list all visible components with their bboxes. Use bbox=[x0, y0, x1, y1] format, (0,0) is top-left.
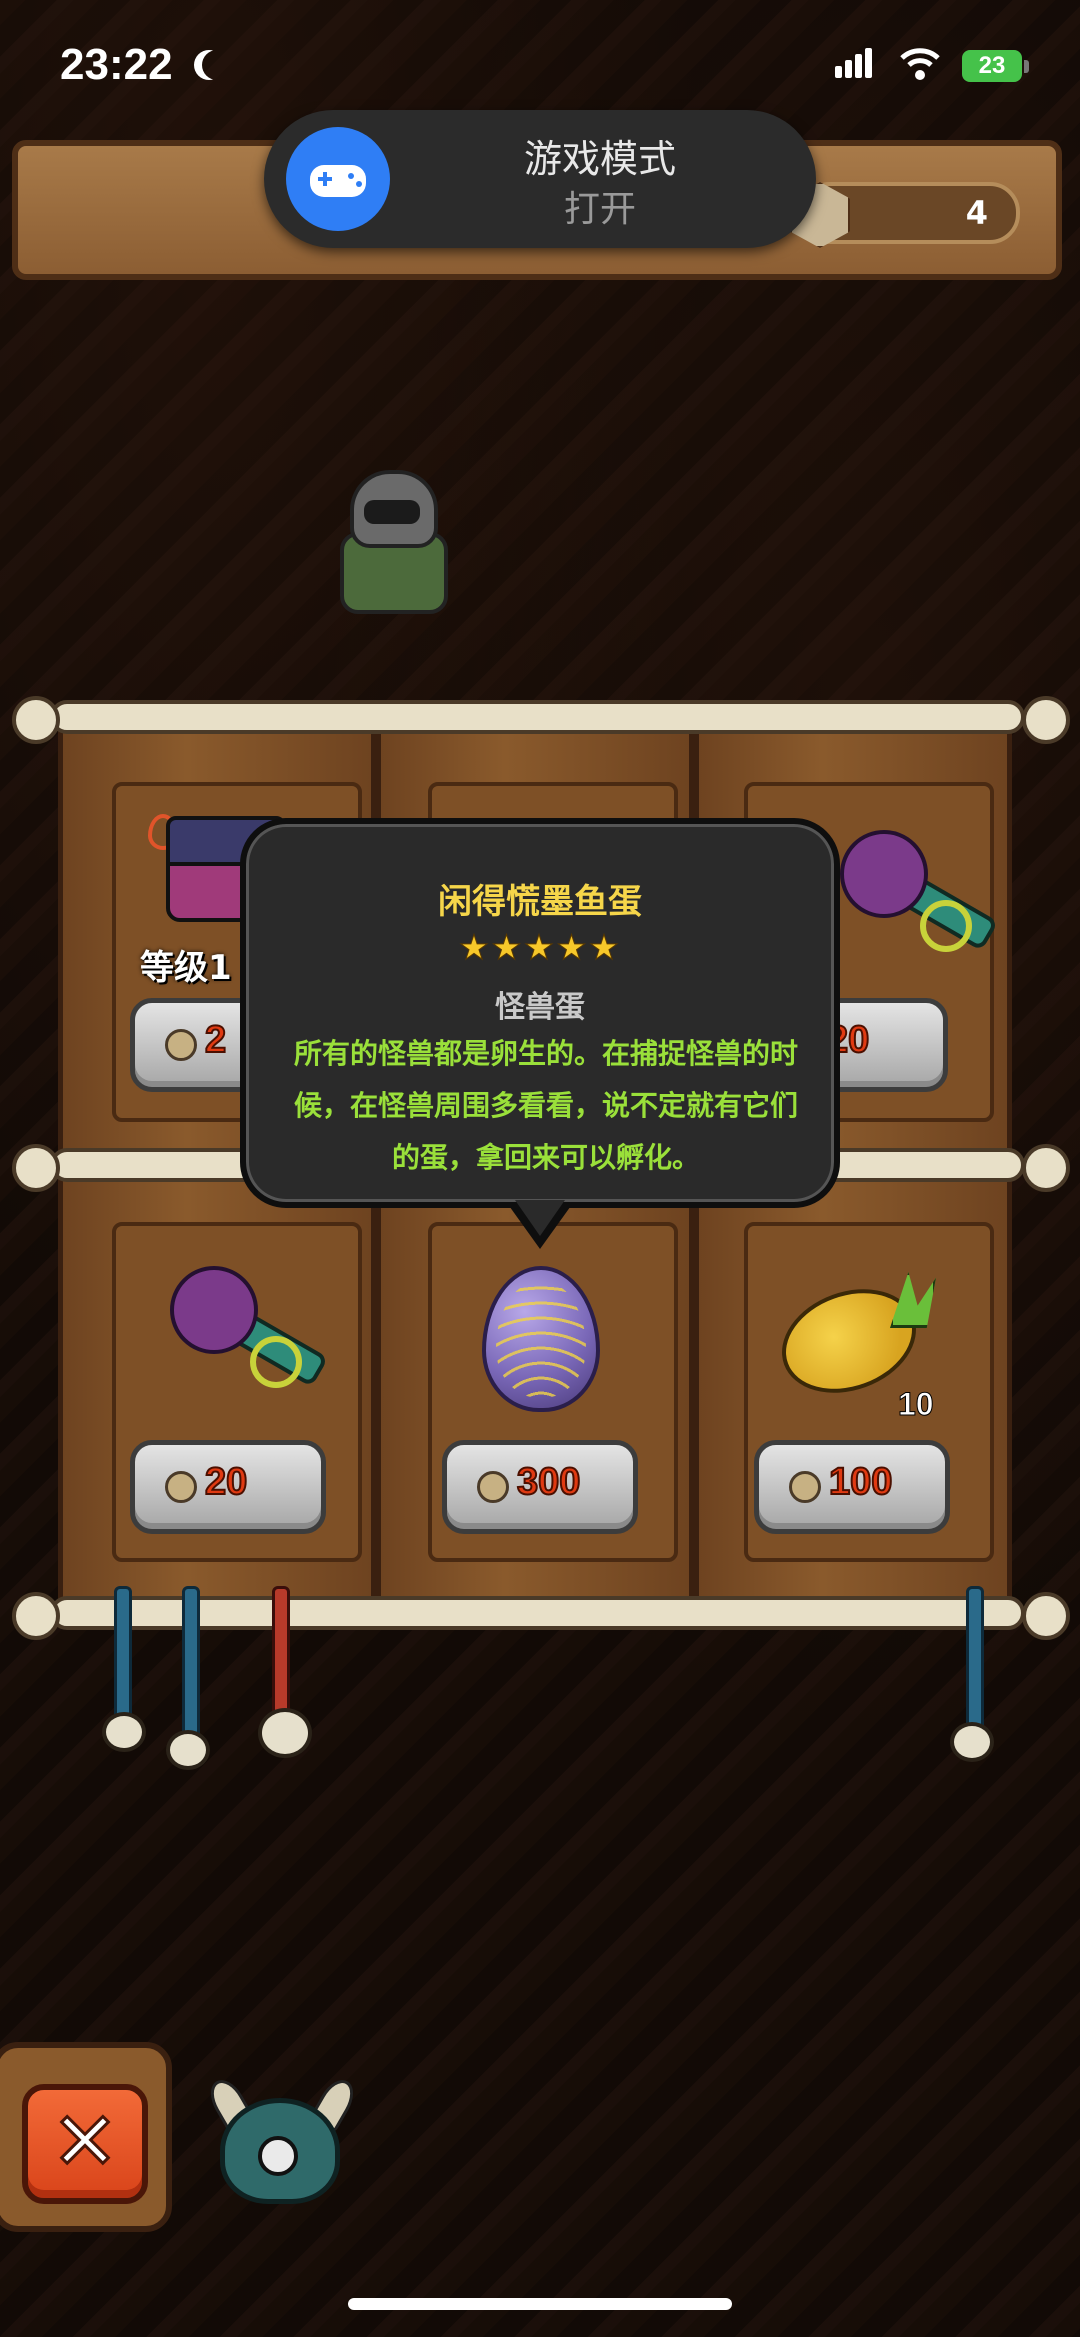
bone-end bbox=[12, 696, 60, 744]
bone-end bbox=[12, 1592, 60, 1640]
do-not-disturb-icon bbox=[202, 50, 232, 80]
currency-counter: 4 bbox=[790, 182, 1020, 248]
skull-bead bbox=[166, 1730, 210, 1770]
skull-bead bbox=[950, 1722, 994, 1762]
currency-value: 4 bbox=[965, 194, 988, 232]
clock: 23:22 bbox=[60, 40, 173, 89]
battery-indicator: 23 bbox=[962, 50, 1022, 82]
price-label: 20 bbox=[204, 1460, 248, 1504]
hanging-rope bbox=[114, 1586, 132, 1722]
tooltip-description: 所有的怪兽都是卵生的。在捕捉怪兽的时候，在怪兽周围多看看，说不定就有它们的蛋，拿… bbox=[293, 1037, 798, 1174]
price-label: 2 bbox=[204, 1018, 227, 1062]
game-mode-toast[interactable]: 游戏模式 打开 bbox=[264, 110, 816, 248]
monster-companion[interactable] bbox=[203, 2073, 361, 2208]
bone-end bbox=[12, 1144, 60, 1192]
item-tooltip: 闲得慌墨鱼蛋 ★★★★★ 怪兽蛋 所有的怪兽都是卵生的。在捕捉怪兽的时候，在怪兽… bbox=[240, 818, 840, 1208]
bone-rail-top bbox=[50, 700, 1025, 734]
bone-end bbox=[1022, 1144, 1070, 1192]
coin-icon bbox=[165, 1029, 197, 1061]
item-level-label: 等级1 bbox=[140, 948, 232, 988]
item-quantity: 10 bbox=[898, 1386, 935, 1423]
hanging-rope bbox=[182, 1586, 200, 1742]
cellular-signal-icon bbox=[835, 48, 875, 78]
tooltip-item-name: 闲得慌墨鱼蛋 bbox=[438, 882, 642, 922]
battery-cap bbox=[1024, 60, 1029, 73]
skull-bead bbox=[102, 1712, 146, 1752]
game-mode-state: 打开 bbox=[563, 189, 636, 230]
price-label: 300 bbox=[516, 1460, 581, 1504]
buy-button-slot-5[interactable]: 300 bbox=[442, 1440, 638, 1534]
buy-button-slot-4[interactable]: 20 bbox=[130, 1440, 326, 1534]
player-character bbox=[330, 470, 460, 614]
skull-bead bbox=[258, 1708, 312, 1758]
bone-end bbox=[1022, 1592, 1070, 1640]
home-indicator[interactable] bbox=[348, 2298, 732, 2310]
spiked-club-item bbox=[150, 1256, 329, 1388]
bone-end bbox=[1022, 696, 1070, 744]
pineapple-item bbox=[767, 1271, 936, 1411]
wifi-icon bbox=[900, 48, 940, 80]
close-icon: ✕ bbox=[50, 2094, 120, 2190]
close-button[interactable]: ✕ bbox=[22, 2084, 148, 2204]
hanging-rope bbox=[272, 1586, 290, 1718]
coin-icon bbox=[165, 1471, 197, 1503]
tooltip-item-type: 怪兽蛋 bbox=[495, 990, 585, 1025]
coin-icon bbox=[789, 1471, 821, 1503]
tooltip-star-rating: ★★★★★ bbox=[458, 928, 622, 969]
buy-button-slot-6[interactable]: 100 bbox=[754, 1440, 950, 1534]
game-mode-title: 游戏模式 bbox=[523, 137, 676, 181]
price-label: 100 bbox=[828, 1460, 893, 1504]
spiked-club-item bbox=[820, 820, 999, 952]
coin-icon bbox=[477, 1471, 509, 1503]
hanging-rope bbox=[966, 1586, 984, 1732]
